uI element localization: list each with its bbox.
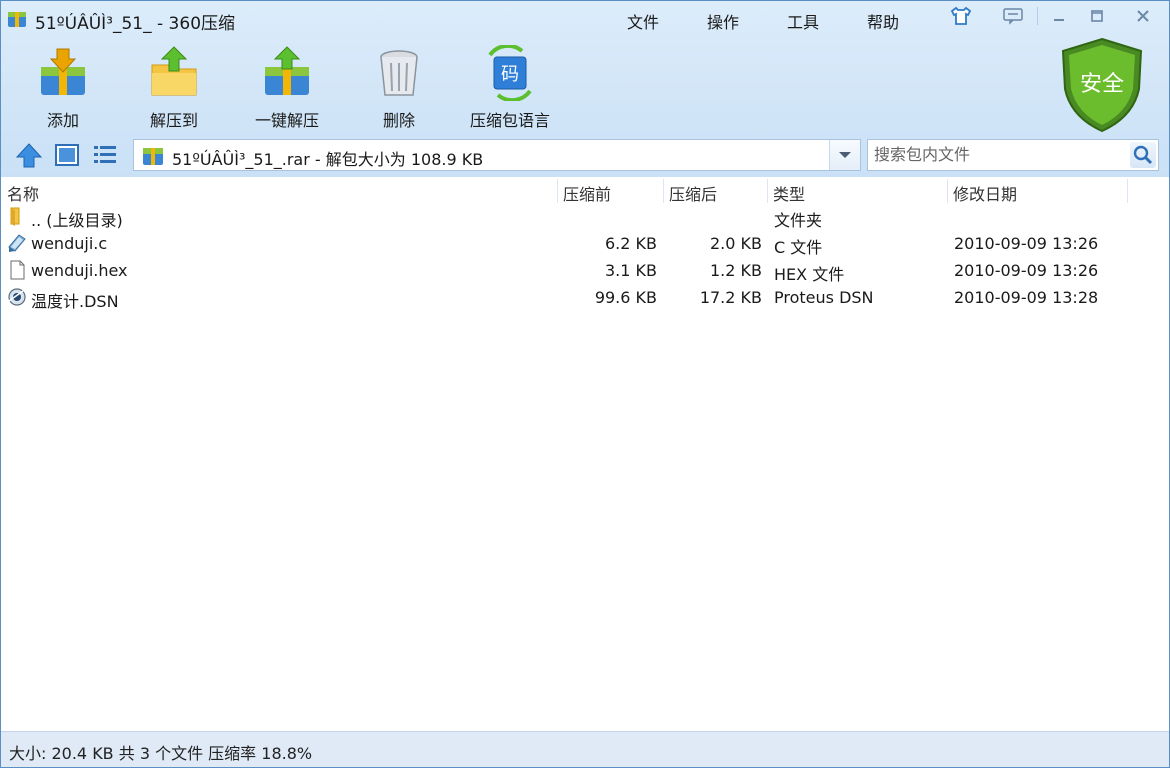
maximize-button[interactable] — [1081, 5, 1113, 27]
add-button[interactable]: 添加 — [15, 45, 111, 131]
one-click-extract-button[interactable]: 一键解压 — [239, 45, 335, 131]
file-packed-size: 2.0 KB — [710, 234, 762, 253]
file-packed-size: 1.2 KB — [710, 261, 762, 280]
file-type: HEX 文件 — [774, 265, 845, 284]
menu-file[interactable]: 文件 — [627, 9, 659, 33]
file-type: 文件夹 — [774, 211, 823, 230]
file-modified: 2010-09-09 13:26 — [954, 261, 1099, 280]
delete-label: 删除 — [382, 111, 415, 130]
folder-up-icon — [10, 207, 20, 226]
file-type: Proteus DSN — [774, 288, 874, 307]
column-packed-after[interactable]: 压缩后 — [669, 181, 717, 205]
extract-to-button[interactable]: 解压到 — [126, 45, 222, 131]
column-separator[interactable] — [663, 179, 664, 203]
language-code-icon: 码 — [488, 45, 532, 101]
add-archive-icon — [41, 48, 85, 95]
list-item-parent-folder[interactable]: .. (上级目录) 文件夹 — [1, 203, 1169, 230]
titlebar-separator — [1037, 7, 1038, 25]
column-packed-before[interactable]: 压缩前 — [563, 181, 611, 205]
address-path: 51ºÚÂÛÌ³_51_.rar - 解包大小为 108.9 KB — [172, 150, 484, 169]
file-name: 温度计.DSN — [31, 292, 119, 311]
app-archive-icon — [8, 12, 26, 27]
file-size: 6.2 KB — [605, 234, 657, 253]
language-glyph: 码 — [501, 64, 519, 85]
list-item-wenduji-hex[interactable]: wenduji.hex 3.1 KB 1.2 KB HEX 文件 2010-09… — [1, 257, 1169, 284]
file-size: 99.6 KB — [594, 288, 657, 307]
header-band: 51ºÚÂÛÌ³_51_ - 360压缩 文件 操作 工具 帮助 添加 解压到 … — [1, 1, 1169, 183]
file-name: wenduji.c — [31, 234, 108, 253]
menu-operation[interactable]: 操作 — [707, 9, 739, 33]
column-separator[interactable] — [557, 179, 558, 203]
shirt-icon — [950, 6, 972, 25]
file-modified: 2010-09-09 13:28 — [954, 288, 1099, 307]
app-window: 51ºÚÂÛÌ³_51_ - 360压缩 文件 操作 工具 帮助 添加 解压到 … — [0, 0, 1170, 768]
search-box[interactable] — [867, 139, 1159, 171]
security-badge-text: 安全 — [1080, 72, 1124, 97]
feedback-button[interactable] — [997, 5, 1029, 27]
chevron-down-icon — [839, 152, 851, 158]
minimize-button[interactable] — [1043, 5, 1075, 27]
add-label: 添加 — [46, 111, 79, 130]
column-separator[interactable] — [767, 179, 768, 203]
maximize-icon — [1091, 10, 1103, 22]
skin-button[interactable] — [945, 5, 977, 27]
list-view-icon[interactable] — [91, 141, 119, 169]
message-icon — [1003, 8, 1023, 25]
extract-to-label: 解压到 — [149, 111, 198, 130]
address-dropdown-button[interactable] — [829, 140, 860, 170]
archive-language-button[interactable]: 码 压缩包语言 — [462, 45, 558, 131]
proteus-file-icon — [8, 288, 26, 306]
one-click-extract-label: 一键解压 — [254, 111, 319, 130]
column-type[interactable]: 类型 — [773, 181, 805, 205]
column-name[interactable]: 名称 — [7, 181, 39, 205]
security-shield-icon: 安全 — [1061, 37, 1143, 133]
search-input[interactable] — [872, 143, 1126, 169]
column-modified[interactable]: 修改日期 — [953, 181, 1017, 205]
address-bar[interactable]: 51ºÚÂÛÌ³_51_.rar - 解包大小为 108.9 KB — [133, 139, 861, 171]
one-click-extract-icon — [265, 46, 309, 95]
search-button[interactable] — [1130, 142, 1156, 168]
status-summary: 大小: 20.4 KB 共 3 个文件 压缩率 18.8% — [9, 744, 313, 763]
column-separator[interactable] — [1127, 179, 1128, 203]
list-item-wenduji-c[interactable]: wenduji.c 6.2 KB 2.0 KB C 文件 2010-09-09 … — [1, 230, 1169, 257]
title-bar[interactable]: 51ºÚÂÛÌ³_51_ - 360压缩 文件 操作 工具 帮助 — [1, 1, 1169, 37]
thumbnail-view-icon[interactable] — [53, 141, 81, 169]
text-file-icon — [10, 260, 25, 280]
menu-tools[interactable]: 工具 — [787, 9, 819, 33]
file-list-header: 名称 压缩前 压缩后 类型 修改日期 — [1, 177, 1169, 205]
file-name: .. (上级目录) — [31, 211, 123, 230]
status-bar: 大小: 20.4 KB 共 3 个文件 压缩率 18.8% — [1, 731, 1169, 767]
list-item-thermometer-dsn[interactable]: 温度计.DSN 99.6 KB 17.2 KB Proteus DSN 2010… — [1, 284, 1169, 311]
file-packed-size: 17.2 KB — [699, 288, 762, 307]
menu-help[interactable]: 帮助 — [867, 9, 899, 33]
close-icon — [1137, 10, 1149, 22]
security-shield-button[interactable]: 安全 — [1059, 37, 1145, 133]
file-modified: 2010-09-09 13:26 — [954, 234, 1099, 253]
rar-archive-icon — [143, 148, 163, 165]
extract-folder-icon — [151, 46, 197, 96]
minimize-icon — [1054, 19, 1064, 21]
search-icon — [1133, 145, 1153, 165]
file-type: C 文件 — [774, 238, 823, 257]
file-size: 3.1 KB — [605, 261, 657, 280]
up-arrow-icon[interactable] — [15, 141, 43, 169]
trash-bin-icon — [380, 50, 418, 96]
close-button[interactable] — [1127, 5, 1159, 27]
c-source-file-icon — [8, 234, 26, 252]
file-name: wenduji.hex — [31, 261, 128, 280]
archive-language-label: 压缩包语言 — [469, 111, 550, 130]
delete-button[interactable]: 删除 — [351, 45, 447, 131]
window-title: 51ºÚÂÛÌ³_51_ - 360压缩 — [35, 14, 236, 34]
column-separator[interactable] — [947, 179, 948, 203]
